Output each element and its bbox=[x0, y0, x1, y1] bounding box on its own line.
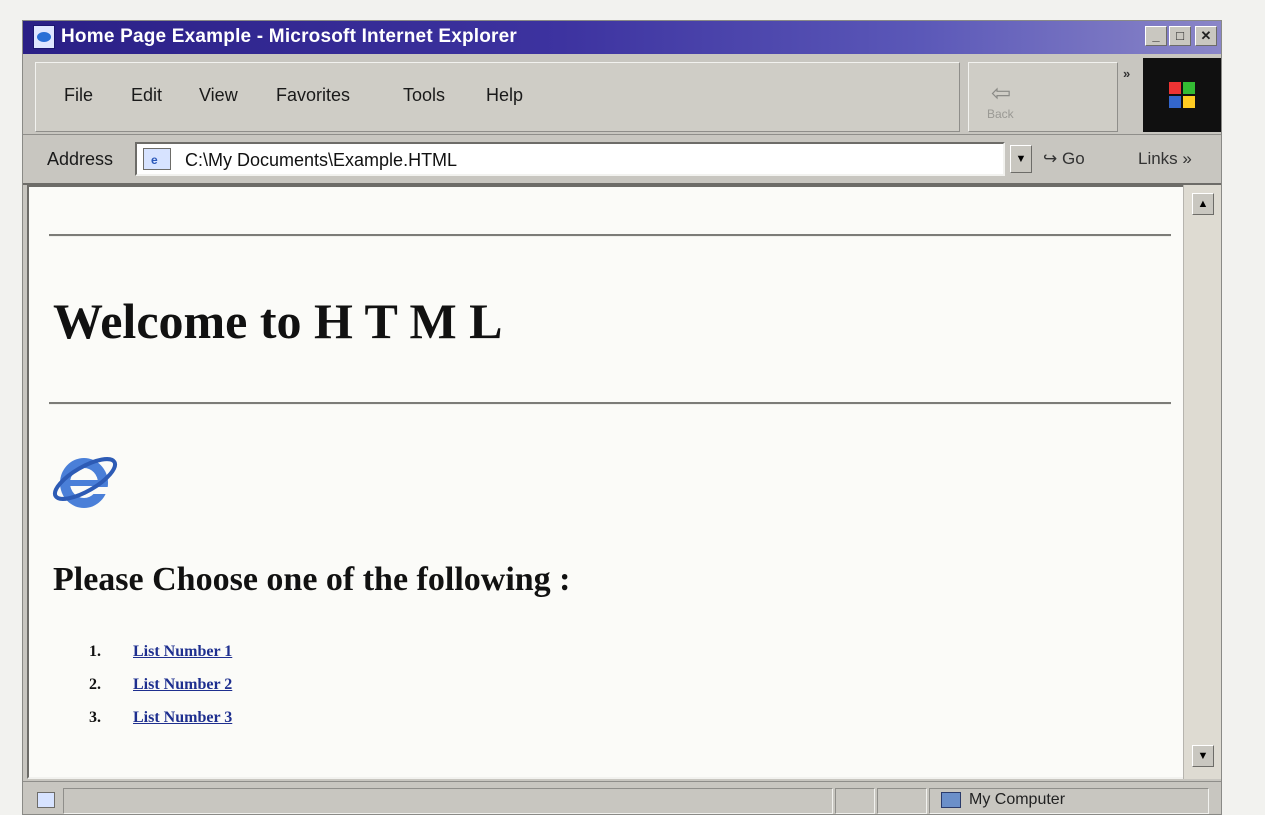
address-bar: Address e C:\My Documents\Example.HTML ▼… bbox=[23, 135, 1221, 185]
minimize-button[interactable]: _ bbox=[1145, 26, 1167, 46]
toolbar-overflow-chevron[interactable]: » bbox=[1123, 66, 1130, 81]
horizontal-rule bbox=[49, 402, 1171, 405]
list-link-3[interactable]: List Number 3 bbox=[133, 709, 232, 727]
menu-favorites[interactable]: Favorites bbox=[276, 85, 350, 106]
address-input[interactable]: e C:\My Documents\Example.HTML bbox=[135, 142, 1005, 176]
page-icon: e bbox=[143, 148, 171, 170]
menu-tools[interactable]: Tools bbox=[403, 85, 445, 106]
my-computer-icon bbox=[941, 792, 961, 808]
horizontal-rule bbox=[49, 234, 1171, 237]
internet-explorer-logo-icon bbox=[52, 457, 118, 508]
windows-logo-icon bbox=[1143, 58, 1221, 132]
status-page-icon bbox=[37, 792, 55, 808]
menu-toolbar-row: File Edit View Favorites Tools Help ⇦ Ba… bbox=[23, 54, 1221, 135]
status-pane bbox=[877, 788, 927, 814]
page-content: Welcome to H T M L Please Choose one of … bbox=[27, 185, 1185, 779]
close-button[interactable]: ✕ bbox=[1195, 26, 1217, 46]
maximize-button[interactable]: □ bbox=[1169, 26, 1191, 46]
list-link-1[interactable]: List Number 1 bbox=[133, 643, 232, 661]
menu-view[interactable]: View bbox=[199, 85, 238, 106]
list-number: 1. bbox=[89, 643, 101, 660]
links-button[interactable]: Links » bbox=[1138, 149, 1192, 169]
window-title: Home Page Example - Microsoft Internet E… bbox=[61, 26, 518, 47]
scroll-up-button[interactable]: ▲ bbox=[1192, 193, 1214, 215]
ie-page-icon bbox=[33, 25, 55, 49]
address-dropdown-button[interactable]: ▼ bbox=[1010, 145, 1032, 173]
list-link-2[interactable]: List Number 2 bbox=[133, 676, 232, 694]
address-value[interactable]: C:\My Documents\Example.HTML bbox=[185, 150, 457, 171]
status-zone: My Computer bbox=[969, 791, 1066, 808]
menu-edit[interactable]: Edit bbox=[131, 85, 162, 106]
go-label: Go bbox=[1061, 149, 1085, 168]
list-number: 2. bbox=[89, 676, 101, 693]
page-subheading: Please Choose one of the following : bbox=[53, 561, 571, 598]
status-pane bbox=[63, 788, 833, 814]
back-button[interactable]: ⇦ Back bbox=[968, 62, 1118, 132]
scroll-down-button[interactable]: ▼ bbox=[1192, 745, 1214, 767]
go-button[interactable]: ↪ Go bbox=[1043, 149, 1085, 169]
title-bar[interactable]: Home Page Example - Microsoft Internet E… bbox=[23, 21, 1221, 54]
back-label: Back bbox=[987, 107, 1014, 121]
menu-help[interactable]: Help bbox=[486, 85, 523, 106]
back-arrow-icon: ⇦ bbox=[991, 80, 1012, 107]
menu-file[interactable]: File bbox=[64, 85, 93, 106]
status-pane bbox=[835, 788, 875, 814]
vertical-scrollbar[interactable]: ▲ ▼ bbox=[1183, 185, 1221, 779]
list-number: 3. bbox=[89, 709, 101, 726]
menu-bar: File Edit View Favorites Tools Help bbox=[35, 62, 960, 132]
browser-window: Home Page Example - Microsoft Internet E… bbox=[22, 20, 1222, 815]
address-label: Address bbox=[47, 149, 114, 169]
status-bar: My Computer bbox=[23, 781, 1221, 814]
page-heading: Welcome to H T M L bbox=[53, 293, 503, 349]
